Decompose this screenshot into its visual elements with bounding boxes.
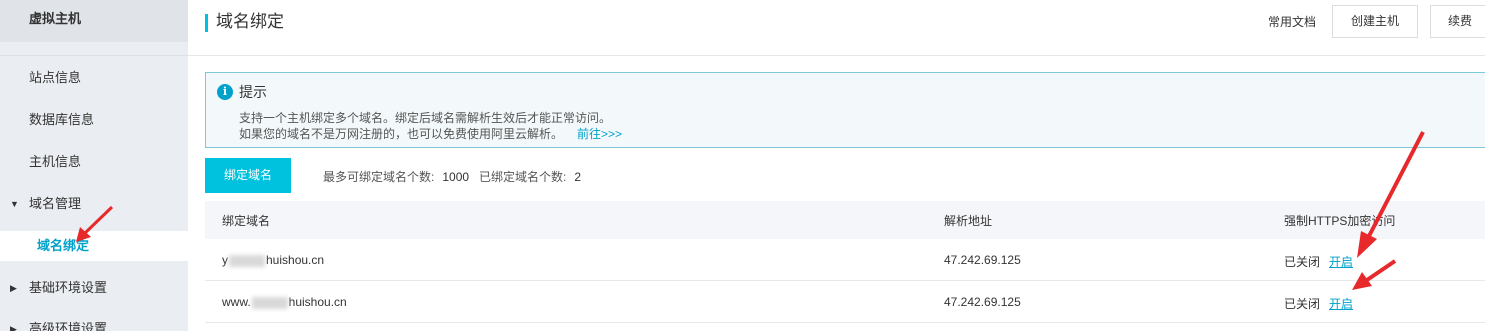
sidebar-item-basic-env[interactable]: ▶ 基础环境设置 (0, 273, 188, 303)
https-cell: 已关闭 开启 (1284, 295, 1353, 312)
sidebar-item-label: 域名绑定 (37, 238, 90, 253)
sidebar-divider (0, 55, 188, 56)
sidebar-item-domain-management[interactable]: ▼ 域名管理 (0, 189, 188, 219)
sidebar-item-site-info[interactable]: 站点信息 (0, 63, 188, 93)
notice-text: 如果您的域名不是万网注册的，也可以免费使用阿里云解析。 前往>>> (239, 125, 622, 142)
notice-text-line: 如果您的域名不是万网注册的，也可以免费使用阿里云解析。 (239, 127, 564, 141)
bound-domains-label: 已绑定域名个数: (479, 170, 567, 184)
domain-cell: www. huishou.cn (222, 295, 347, 309)
page: 虚拟主机 站点信息 数据库信息 主机信息 ▼ 域名管理 域名绑定 ▶ 基础环境设… (0, 0, 1485, 331)
bind-domain-button[interactable]: 绑定域名 (205, 158, 291, 193)
page-title: 域名绑定 (216, 12, 284, 31)
sidebar-item-label: 基础环境设置 (29, 280, 108, 295)
domain-count-stats: 最多可绑定域名个数: 1000 已绑定域名个数: 2 (323, 168, 591, 185)
redacted-blur (229, 254, 265, 267)
max-domains-label: 最多可绑定域名个数: (323, 170, 435, 184)
sidebar-title: 虚拟主机 (0, 0, 188, 42)
address-cell: 47.242.69.125 (944, 253, 1021, 267)
sidebar-item-label: 高级环境设置 (29, 321, 108, 331)
title-accent-bar (205, 14, 208, 32)
notice-text: 支持一个主机绑定多个域名。绑定后域名需解析生效后才能正常访问。 (239, 111, 612, 125)
max-domains-value: 1000 (442, 170, 470, 184)
column-header-https: 强制HTTPS加密访问 (1284, 214, 1396, 228)
info-icon: i (217, 84, 233, 100)
domain-suffix: huishou.cn (266, 253, 325, 267)
https-status: 已关闭 (1284, 297, 1321, 311)
sidebar-item-host-info[interactable]: 主机信息 (0, 147, 188, 177)
renew-button[interactable]: 续费 (1430, 5, 1485, 38)
table-header: 绑定域名 解析地址 强制HTTPS加密访问 (205, 201, 1485, 239)
caret-right-icon: ▶ (10, 324, 17, 331)
sidebar-item-domain-binding[interactable]: 域名绑定 (0, 231, 188, 261)
https-status: 已关闭 (1284, 255, 1321, 269)
bound-domains-value: 2 (574, 170, 582, 184)
domain-suffix: huishou.cn (288, 295, 347, 309)
https-cell: 已关闭 开启 (1284, 253, 1353, 270)
tip-notice: i 提示 支持一个主机绑定多个域名。绑定后域名需解析生效后才能正常访问。 如果您… (205, 72, 1485, 148)
address-cell: 47.242.69.125 (944, 295, 1021, 309)
sidebar-item-label: 主机信息 (29, 154, 82, 169)
domain-prefix: www. (222, 295, 251, 309)
go-to-dns-link[interactable]: 前往>>> (577, 127, 622, 141)
sidebar-item-database-info[interactable]: 数据库信息 (0, 105, 188, 135)
notice-title: 提示 (239, 84, 267, 100)
sidebar: 虚拟主机 站点信息 数据库信息 主机信息 ▼ 域名管理 域名绑定 ▶ 基础环境设… (0, 0, 188, 331)
sidebar-item-label: 域名管理 (29, 196, 82, 211)
enable-https-link[interactable]: 开启 (1329, 297, 1353, 311)
domain-cell: y huishou.cn (222, 253, 324, 267)
enable-https-link[interactable]: 开启 (1329, 255, 1353, 269)
page-header: 域名绑定 常用文档 创建主机 续费 (188, 0, 1485, 56)
sidebar-item-label: 数据库信息 (29, 112, 95, 127)
sidebar-item-advanced-env[interactable]: ▶ 高级环境设置 (0, 314, 188, 331)
caret-down-icon: ▼ (10, 199, 19, 209)
redacted-blur (251, 296, 288, 309)
table-row: y huishou.cn 47.242.69.125 已关闭 开启 (205, 239, 1485, 281)
docs-link[interactable]: 常用文档 (1268, 13, 1316, 30)
create-host-button[interactable]: 创建主机 (1332, 5, 1418, 38)
sidebar-item-label: 站点信息 (29, 70, 82, 85)
column-header-address: 解析地址 (944, 214, 993, 228)
table-row: www. huishou.cn 47.242.69.125 已关闭 开启 (205, 281, 1485, 323)
caret-right-icon: ▶ (10, 283, 17, 293)
column-header-domain: 绑定域名 (222, 214, 271, 228)
domain-prefix: y (222, 253, 228, 267)
